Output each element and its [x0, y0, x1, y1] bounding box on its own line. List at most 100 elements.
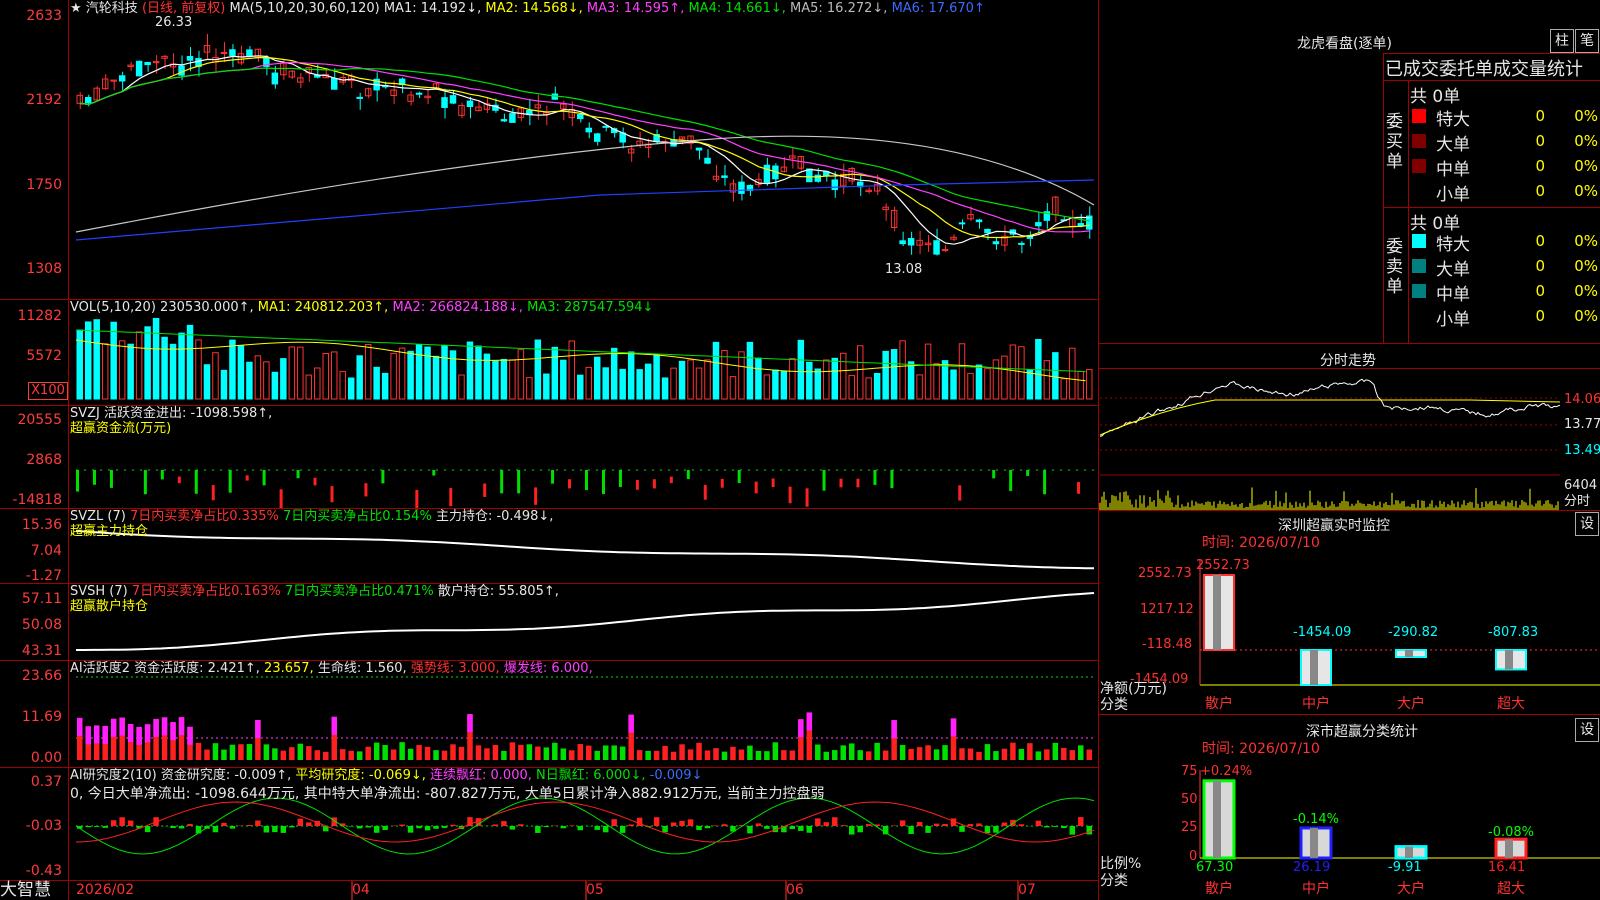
ai-active-bar — [1061, 747, 1067, 760]
order-count: 0 — [1535, 182, 1545, 200]
order-count: 0 — [1535, 157, 1545, 175]
classify-bar-value: 16.41 — [1488, 860, 1526, 875]
volume-bar — [203, 364, 211, 400]
date-label: 05 — [586, 882, 604, 898]
legend-swatch — [1412, 109, 1426, 123]
monitor-category: 大户 — [1397, 696, 1425, 712]
svsh-axis-label: 57.11 — [21, 591, 62, 607]
candle-body — [780, 166, 788, 172]
volume-bar — [848, 374, 855, 400]
legend-swatch — [1412, 234, 1426, 248]
classify-bar-shade — [1213, 780, 1221, 858]
divider-right-2 — [1098, 510, 1600, 511]
period-label[interactable]: (日线, 前复权) — [142, 1, 225, 16]
main-axis-label: 1750 — [26, 177, 62, 193]
svzj-bar — [839, 478, 843, 488]
volume-bar — [975, 364, 983, 400]
ai-active-peak — [102, 725, 108, 744]
vol-ma1: MA1: 240812.203↑, — [257, 300, 389, 315]
order-percent: 0% — [1574, 157, 1598, 175]
volume-bar — [271, 371, 279, 400]
ai-research-bar — [696, 826, 702, 831]
ai-research-bar — [1078, 817, 1084, 826]
volume-bar — [178, 332, 185, 400]
volume-bar — [390, 352, 397, 400]
monitor-bar-value: -1454.09 — [1293, 625, 1352, 640]
ai-research-bar — [501, 821, 507, 826]
svzj-bar — [720, 478, 724, 488]
chart-canvas[interactable] — [0, 0, 1600, 900]
candle-body — [806, 168, 813, 183]
ai-research-bar — [713, 825, 719, 826]
ai-research-bar — [509, 826, 516, 830]
volume-bar — [644, 363, 652, 400]
ai-research-bar — [1001, 822, 1008, 826]
ai-active-bar — [704, 750, 711, 760]
candle-body — [721, 175, 728, 178]
classify-settings-button[interactable]: 设 — [1575, 718, 1599, 742]
ai-active-bar — [815, 744, 821, 760]
monitor-x-label: 分类 — [1100, 697, 1128, 713]
ai-active-bar — [832, 750, 838, 760]
tick-mode-button[interactable]: 笔 — [1575, 29, 1599, 53]
ai-active-bar — [407, 748, 414, 760]
monitor-bar-shade — [1405, 650, 1413, 658]
ai-active-bar — [373, 742, 380, 760]
volume-bar — [729, 376, 737, 400]
ai-research-bar — [416, 826, 422, 829]
star-icon[interactable]: ★ — [70, 1, 82, 16]
candle-body — [763, 164, 771, 184]
intraday-axis-label: 13.49 — [1564, 443, 1600, 458]
ai-active-bar — [653, 750, 660, 760]
ai-research-bar — [594, 826, 600, 830]
order-count: 0 — [1535, 282, 1545, 300]
vol-axis-label: 5572 — [26, 348, 62, 364]
ai-active-peak — [170, 722, 176, 741]
right-panel-divider — [1098, 0, 1099, 900]
vol-unit-button[interactable]: X100 — [28, 382, 68, 400]
volume-bar — [246, 361, 253, 400]
candle-body — [941, 249, 949, 252]
monitor-settings-button[interactable]: 设 — [1575, 512, 1599, 536]
svzj-bar — [1009, 470, 1013, 491]
volume-bar — [1001, 355, 1008, 400]
volume-bar — [127, 343, 134, 400]
svzj-bar — [669, 476, 673, 484]
volume-bar — [831, 357, 838, 400]
volume-bar — [297, 346, 304, 400]
classify-bar-shade — [1310, 827, 1318, 858]
volume-bar — [865, 377, 872, 400]
ai-active-header: AI活跃度2 资金活跃度: 2.421↑, 23.657, 生命线: 1.560… — [70, 661, 593, 676]
legend-swatch — [1412, 284, 1426, 298]
ai-active-peak — [255, 720, 261, 739]
volume-bar — [823, 359, 830, 400]
volume-bar — [424, 346, 431, 400]
ai-research-bar — [297, 818, 304, 826]
ai-research-bar — [687, 819, 694, 826]
candle-body — [271, 72, 279, 85]
svzj-bar — [449, 488, 453, 507]
ai-active-bar — [959, 748, 965, 760]
order-type-label: 小单 — [1436, 185, 1470, 205]
ai-research-bar — [1052, 826, 1059, 827]
ai-active-bar — [967, 748, 974, 760]
svzj-bar — [534, 487, 538, 505]
ai-active-bar — [840, 745, 846, 760]
svzj-bar — [245, 475, 249, 481]
ai-active-bar — [1027, 743, 1033, 760]
svsh-b: 7日内买卖净占比0.471% — [284, 584, 434, 599]
candle-body — [449, 95, 457, 104]
main-header: ★ 汽轮科技 (日线, 前复权) MA(5,10,20,30,60,120) M… — [70, 1, 985, 16]
bar-mode-button[interactable]: 柱 — [1550, 29, 1574, 53]
ai-active-bar — [823, 751, 830, 760]
volume-bar — [873, 372, 881, 400]
ai-research-bar — [255, 820, 261, 826]
buy-side-label: 委买单 — [1386, 112, 1403, 172]
vol-label: VOL(5,10,20) — [70, 300, 156, 315]
ai-research-bar — [865, 824, 872, 826]
date-label: 2026/02 — [76, 882, 135, 898]
ai-research-bar — [212, 826, 219, 833]
candle-body — [186, 56, 194, 61]
ai-active-axis-label: 11.69 — [21, 709, 62, 725]
ai-active-bar — [204, 749, 210, 760]
